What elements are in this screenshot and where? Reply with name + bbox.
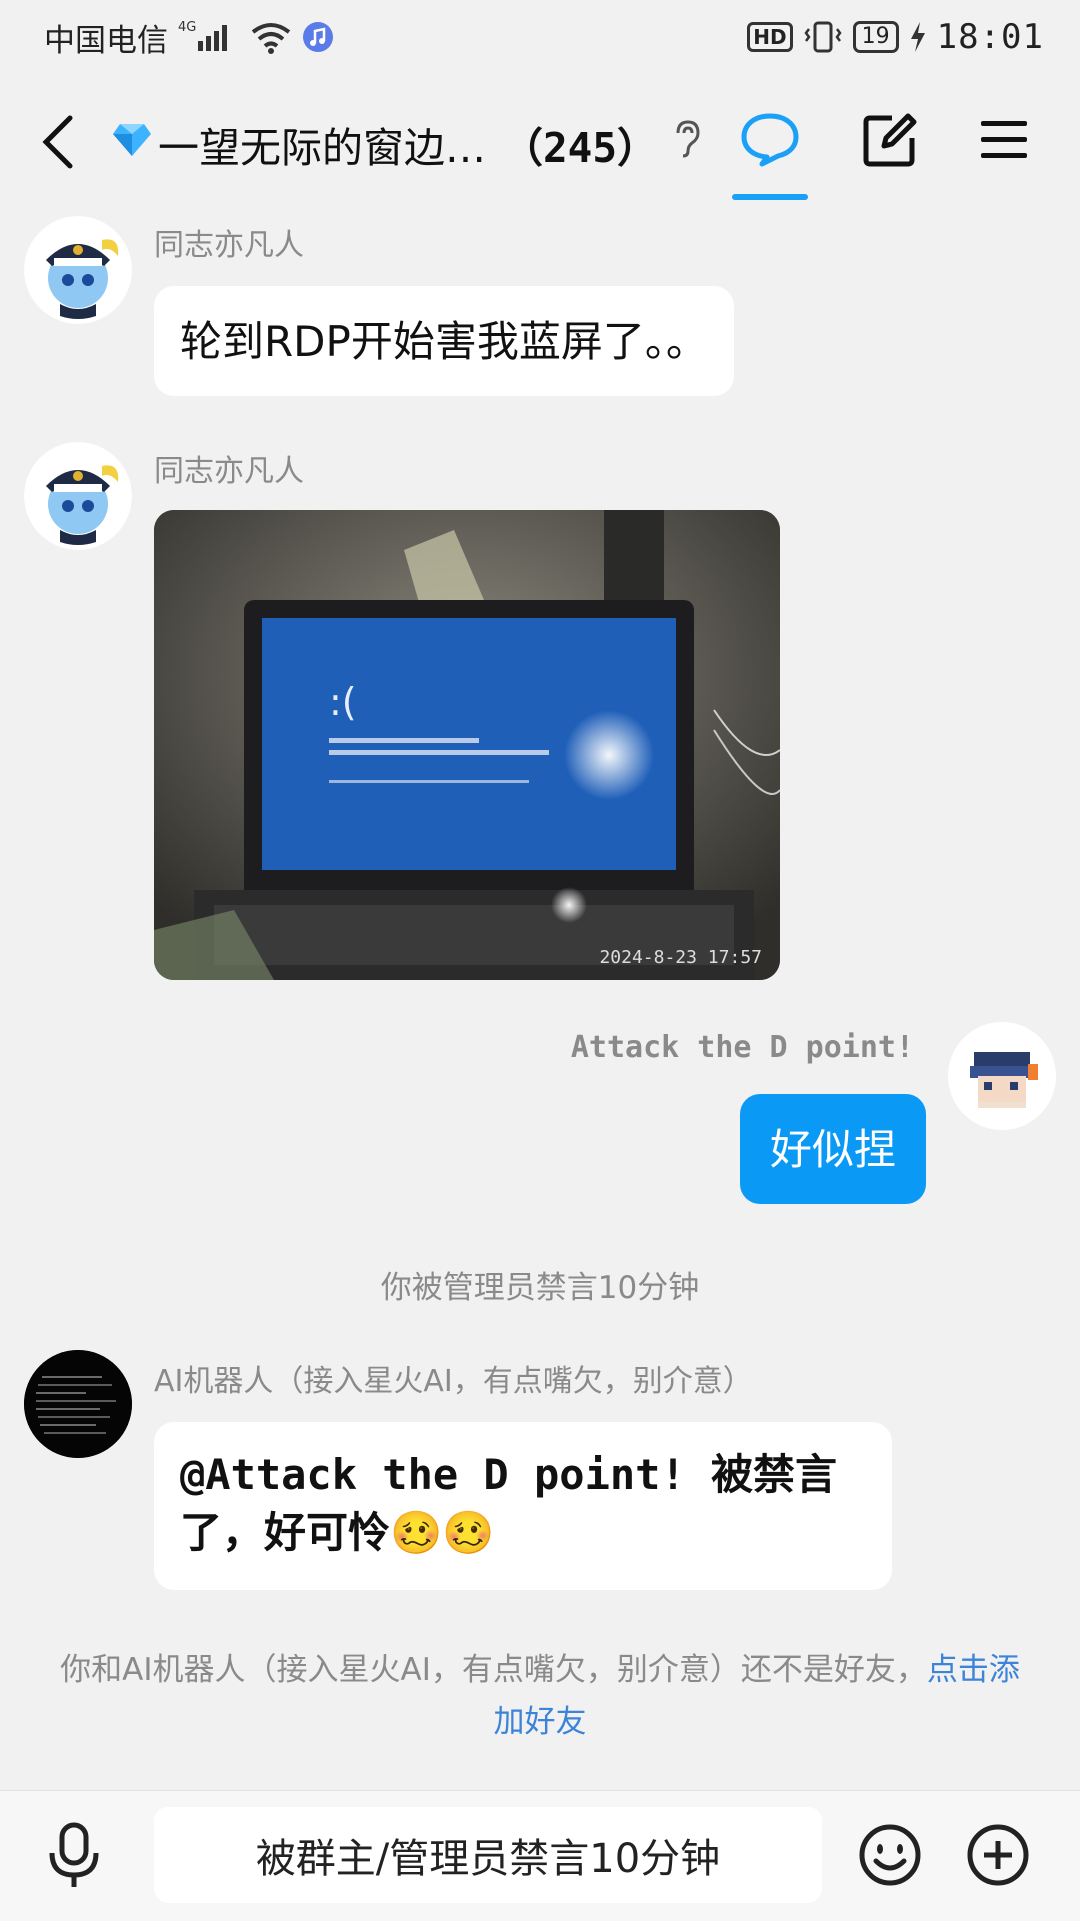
message-text: 好似捏 bbox=[769, 1125, 896, 1174]
menu-button[interactable] bbox=[968, 104, 1040, 176]
battery-indicator: 19 bbox=[852, 21, 899, 53]
bot-avatar[interactable] bbox=[24, 1350, 132, 1458]
clock: 18:01 bbox=[936, 17, 1044, 57]
photo-timestamp: 2024-8-23 17:57 bbox=[599, 947, 762, 968]
sender-name[interactable]: 同志亦凡人 bbox=[154, 446, 304, 490]
status-bar: 中国电信 4G HD 19 18:01 bbox=[0, 0, 1080, 74]
diamond-icon bbox=[112, 120, 152, 168]
music-app-icon bbox=[302, 21, 334, 53]
vibrate-icon bbox=[803, 20, 843, 54]
image-message[interactable]: :( 2024-8-23 17:57 bbox=[154, 510, 780, 980]
smiley-icon bbox=[859, 1824, 921, 1886]
menu-icon bbox=[981, 121, 1027, 158]
my-name: Attack the D point! bbox=[570, 1030, 914, 1065]
svg-text:4G: 4G bbox=[178, 20, 196, 35]
sender-name[interactable]: 同志亦凡人 bbox=[154, 220, 304, 264]
status-right: HD 19 18:01 bbox=[747, 17, 1044, 57]
group-name: 一望无际的窗边… bbox=[158, 124, 486, 172]
voice-button[interactable] bbox=[44, 1821, 104, 1893]
charging-icon bbox=[909, 21, 927, 53]
my-avatar[interactable] bbox=[948, 1022, 1056, 1130]
avatar[interactable] bbox=[24, 216, 132, 324]
wifi-icon bbox=[250, 20, 292, 54]
chat-tab-button[interactable] bbox=[734, 104, 806, 176]
avatar[interactable] bbox=[24, 442, 132, 550]
laptop-bluescreen-photo: :( bbox=[154, 510, 780, 980]
member-count: （245） bbox=[502, 124, 659, 172]
hd-badge: HD bbox=[747, 22, 793, 52]
active-tab-indicator bbox=[732, 194, 808, 200]
message-text: 轮到RDP开始害我蓝屏了。。 bbox=[180, 317, 708, 366]
bot-sender-name[interactable]: AI机器人（接入星火AI，有点嘴欠，别介意） bbox=[154, 1356, 753, 1400]
chat-bubble-icon bbox=[741, 113, 799, 167]
message-text: @Attack the D point! 被禁言了，好可怜🥴🥴 bbox=[180, 1450, 838, 1557]
input-bar: 被群主/管理员禁言10分钟 bbox=[0, 1790, 1080, 1921]
status-left: 中国电信 4G bbox=[44, 15, 334, 60]
my-message-bubble[interactable]: 好似捏 bbox=[740, 1094, 926, 1204]
muted-text: 被群主/管理员禁言10分钟 bbox=[255, 1836, 721, 1882]
friend-notice: 你和AI机器人（接入星火AI，有点嘴欠，别介意）还不是好友，点击添加好友 bbox=[60, 1644, 1020, 1748]
signal-icon: 4G bbox=[178, 19, 240, 55]
back-button[interactable] bbox=[36, 110, 86, 174]
message-bubble[interactable]: 轮到RDP开始害我蓝屏了。。 bbox=[154, 286, 734, 396]
more-button[interactable] bbox=[966, 1823, 1030, 1891]
bot-message-bubble[interactable]: @Attack the D point! 被禁言了，好可怜🥴🥴 bbox=[154, 1422, 892, 1590]
back-arrow-icon bbox=[42, 115, 73, 169]
chat-title[interactable]: 一望无际的窗边… （245） bbox=[112, 114, 702, 174]
ear-icon[interactable] bbox=[672, 119, 702, 169]
system-notice: 你被管理员禁言10分钟 bbox=[380, 1270, 700, 1306]
carrier-label: 中国电信 bbox=[44, 22, 168, 59]
muted-input-box: 被群主/管理员禁言10分钟 bbox=[154, 1807, 822, 1903]
svg-text::(: :( bbox=[329, 680, 357, 724]
friend-notice-text: 你和AI机器人（接入星火AI，有点嘴欠，别介意）还不是好友， bbox=[60, 1652, 927, 1688]
microphone-icon bbox=[49, 1822, 99, 1887]
edit-icon bbox=[863, 113, 917, 167]
plus-circle-icon bbox=[967, 1824, 1029, 1886]
edit-button[interactable] bbox=[854, 104, 926, 176]
chat-header: 一望无际的窗边… （245） bbox=[0, 74, 1080, 208]
emoji-button[interactable] bbox=[858, 1823, 922, 1891]
